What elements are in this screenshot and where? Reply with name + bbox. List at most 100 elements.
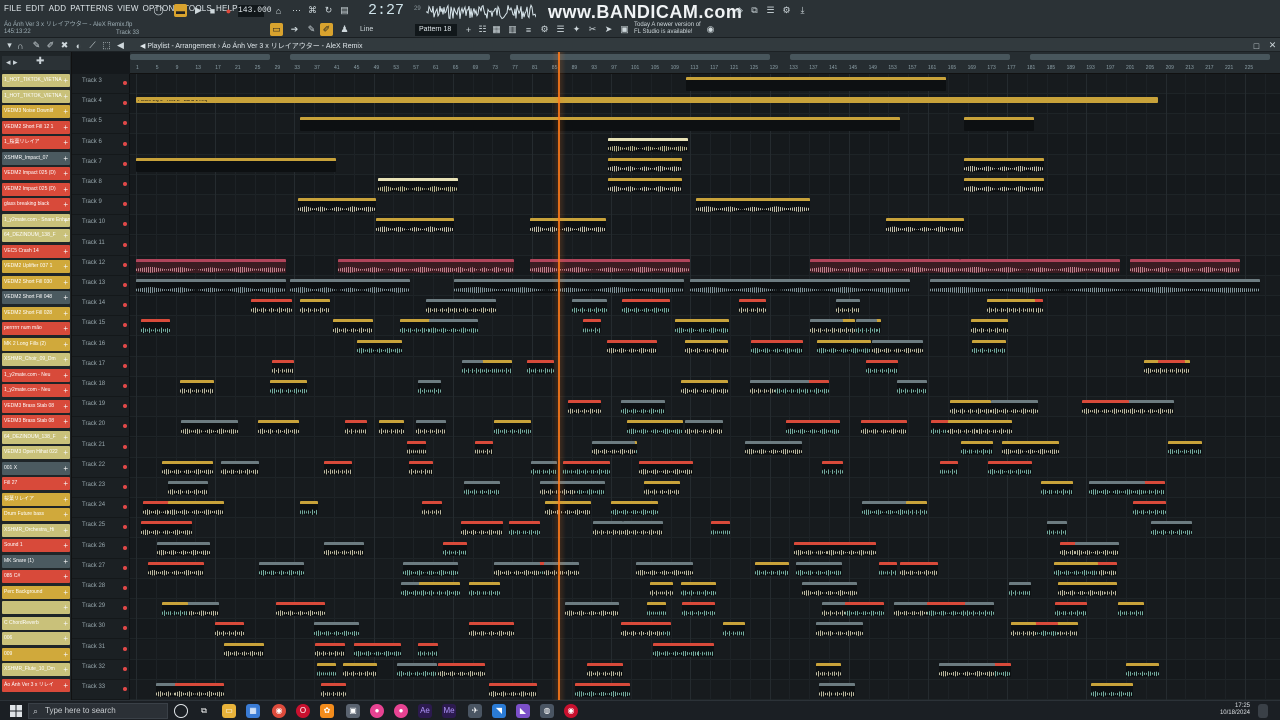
sample-clip[interactable] — [180, 380, 214, 394]
track-mute-led[interactable] — [123, 586, 127, 590]
sample-clip[interactable] — [224, 642, 264, 657]
metronome-icon[interactable]: ⌂ — [272, 4, 285, 17]
channel-item[interactable]: MK Snare (1) + — [2, 554, 70, 568]
opera-icon[interactable]: O — [296, 704, 310, 718]
channel-item[interactable]: VEDM3 Brass Stab 08 + — [2, 399, 70, 413]
add-channel-icon[interactable]: + — [63, 291, 68, 304]
sample-clip[interactable] — [906, 501, 927, 516]
sample-clip[interactable] — [775, 380, 809, 394]
vocal-clip[interactable] — [964, 178, 1044, 192]
sample-clip[interactable]: VEDM2_Noise — [755, 561, 789, 576]
stamp-icon[interactable]: ♟ — [338, 23, 351, 36]
sample-clip[interactable] — [575, 460, 610, 475]
vocal-clip[interactable]: 1_y2mate.com - voice_(Vocals) — [886, 218, 964, 233]
sample-clip[interactable] — [1054, 561, 1098, 576]
channel-item[interactable]: 009 + — [2, 647, 70, 661]
track-header[interactable]: Track 5 — [72, 114, 130, 135]
track-header[interactable]: Track 26 — [72, 539, 130, 559]
channel-item[interactable]: Sound 1 + — [2, 539, 70, 552]
sample-clip[interactable] — [403, 561, 458, 576]
track-mute-led[interactable] — [123, 464, 127, 469]
channel-item[interactable]: 64_DEZINDUM_138_F + — [2, 430, 70, 444]
sample-clip[interactable] — [315, 642, 345, 657]
system-clock[interactable]: 17:25 10/18/2024 — [1214, 703, 1250, 717]
sample-clip[interactable]: VT_ash — [527, 359, 554, 374]
app-icon-6[interactable]: ▣ — [346, 704, 360, 718]
sample-clip[interactable] — [333, 319, 373, 334]
channel-item[interactable]: 1_桜葉リレイア + — [2, 136, 70, 149]
playhead[interactable] — [558, 52, 560, 700]
arrow-right-icon[interactable]: ➔ — [288, 23, 301, 36]
channel-item[interactable]: VEDM2 Short Fill 028 + — [2, 306, 70, 320]
sample-clip[interactable] — [1041, 481, 1073, 495]
channel-item[interactable]: 001 X + — [2, 461, 70, 475]
send-icon[interactable]: ➤ — [602, 23, 615, 36]
vocal-clip[interactable]: 1_HOT_TIKTOK_VIETNAM_(Vocals) — [298, 198, 376, 213]
channel-item[interactable]: VEC5 Crash 14 + — [2, 244, 70, 258]
sample-clip[interactable]: VT_ash — [845, 602, 884, 617]
track-header[interactable]: Track 33 — [72, 680, 130, 700]
sample-clip[interactable] — [1009, 582, 1031, 596]
sample-clip[interactable] — [494, 561, 540, 576]
sample-clip[interactable]: VT_ash — [509, 521, 540, 536]
sample-clip[interactable] — [345, 420, 367, 435]
sample-clip[interactable]: VT_ash — [1055, 602, 1087, 617]
sample-clip[interactable] — [397, 662, 437, 677]
track-mute-led[interactable] — [123, 161, 127, 166]
drum-clip[interactable] — [454, 279, 684, 293]
track-mute-led[interactable] — [123, 687, 127, 691]
add-channel-icon[interactable]: + — [63, 338, 68, 351]
automation-clip[interactable]: Param EQ 2 - HS1 E - Band 1 freq — [136, 97, 1158, 104]
sample-clip[interactable]: VEDM2_Noise — [494, 359, 512, 374]
sample-clip[interactable] — [977, 420, 1012, 435]
sample-clip[interactable] — [639, 460, 693, 475]
add-channel-icon[interactable]: + — [63, 632, 68, 645]
sample-clip[interactable] — [462, 359, 483, 374]
news-icon[interactable]: ▣ — [618, 23, 631, 36]
sample-clip[interactable]: VT_ash — [1133, 501, 1166, 516]
add-channel-icon[interactable]: + — [63, 276, 68, 289]
sample-clip[interactable] — [587, 662, 623, 677]
fl-studio-icon[interactable]: ✿ — [320, 704, 334, 718]
channel-item[interactable]: 1_HOT_TIKTOK_VIETNA + — [2, 74, 70, 87]
track-header[interactable]: Track 8 — [72, 175, 130, 195]
sample-clip[interactable]: VT_ash — [321, 683, 346, 697]
sample-clip[interactable]: VT_ash — [827, 541, 876, 556]
channel-item[interactable]: 1_y2mate.com - Neu + — [2, 368, 70, 382]
picker-arrows-icon[interactable]: ◂ ▸ — [6, 57, 18, 68]
delete-tool-icon[interactable]: ✖ — [58, 39, 71, 52]
wait-icon[interactable]: ⋯ — [290, 4, 303, 17]
store-icon[interactable]: ▦ — [246, 704, 260, 718]
channel-item[interactable]: VEDM2 Short Fill 048 + — [2, 291, 70, 304]
sample-clip[interactable] — [418, 380, 441, 394]
drum-clip[interactable] — [454, 258, 514, 273]
track-mute-led[interactable] — [123, 222, 127, 227]
track-mute-led[interactable] — [123, 565, 127, 570]
add-channel-icon[interactable]: + — [63, 136, 68, 149]
add-channel-icon[interactable]: + — [63, 431, 68, 444]
sample-clip[interactable]: VT_ash — [607, 339, 657, 354]
sample-clip[interactable]: VEDM2_Noise — [1118, 602, 1144, 617]
channel-item[interactable]: 64_DEZINDUM_138_F + — [2, 229, 70, 242]
track-mute-led[interactable] — [123, 363, 127, 368]
channel-item[interactable]: 085 C# + — [2, 570, 70, 583]
add-channel-icon[interactable]: + — [63, 214, 68, 227]
track-mute-led[interactable] — [123, 606, 127, 611]
channel-rack-icon[interactable]: ▥ — [506, 23, 519, 36]
channel-item[interactable]: 桜葉リレイア + — [2, 492, 70, 506]
track-header[interactable]: Track 30 — [72, 619, 130, 640]
track-mute-led[interactable] — [123, 384, 127, 388]
add-channel-icon[interactable]: + — [63, 353, 68, 366]
track-header[interactable]: Track 28 — [72, 579, 130, 599]
browser-small-icon[interactable]: ☰ — [554, 23, 567, 36]
sample-clip[interactable] — [991, 400, 1038, 415]
track-mute-led[interactable] — [123, 485, 127, 489]
sample-clip[interactable]: VT_ash — [786, 420, 840, 435]
track-mute-led[interactable] — [123, 646, 127, 651]
add-channel-icon[interactable]: + — [63, 229, 68, 242]
track-header[interactable]: Track 11 — [72, 236, 130, 256]
sample-clip[interactable] — [168, 481, 208, 495]
track-mute-led[interactable] — [123, 525, 127, 530]
channel-item[interactable]: C ChordReverb + — [2, 616, 70, 630]
sample-clip[interactable]: VT_ash — [438, 662, 485, 677]
